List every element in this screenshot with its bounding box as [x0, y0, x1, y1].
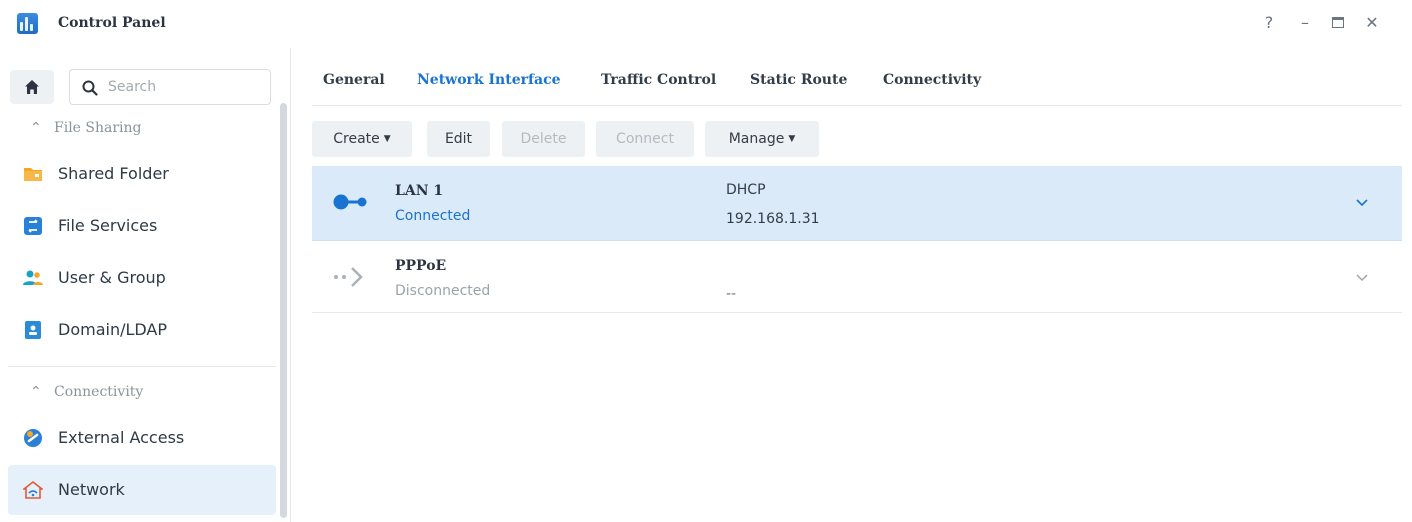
- section-file-sharing[interactable]: ⌃ File Sharing: [30, 120, 142, 136]
- sidebar-item-label: Shared Folder: [58, 164, 169, 183]
- interface-name: LAN 1: [395, 183, 444, 199]
- tab-network-interface[interactable]: Network Interface: [417, 72, 561, 88]
- users-icon: [23, 270, 43, 285]
- sidebar-item-label: User & Group: [58, 268, 166, 287]
- sidebar-item-label: Network: [58, 480, 125, 499]
- interface-status: Connected: [395, 208, 471, 224]
- sidebar-item-external-access[interactable]: External Access: [8, 413, 276, 463]
- interface-name: PPPoE: [395, 258, 447, 274]
- maximize-icon[interactable]: [1327, 12, 1349, 34]
- divider: [8, 366, 276, 367]
- title-bar: Control Panel ? – ✕: [0, 0, 1412, 48]
- section-connectivity[interactable]: ⌃ Connectivity: [30, 384, 143, 400]
- file-services-icon: [24, 217, 42, 235]
- interface-ip: 192.168.1.31: [726, 211, 820, 227]
- sidebar-item-network[interactable]: Network: [8, 465, 276, 515]
- tab-static-route[interactable]: Static Route: [750, 72, 847, 88]
- interface-row-lan1[interactable]: LAN 1 Connected DHCP 192.168.1.31: [312, 166, 1402, 241]
- folder-icon: [24, 168, 42, 181]
- external-access-icon: [24, 429, 42, 447]
- disconnected-ethernet-icon: [334, 267, 363, 287]
- search-box[interactable]: [69, 69, 271, 105]
- search-input[interactable]: [108, 77, 258, 97]
- minimize-icon[interactable]: –: [1294, 12, 1316, 34]
- search-icon: [82, 80, 98, 96]
- delete-button[interactable]: Delete: [502, 121, 585, 157]
- interface-mode: DHCP: [726, 182, 766, 198]
- connect-button[interactable]: Connect: [596, 121, 694, 157]
- sidebar-item-shared-folder[interactable]: Shared Folder: [8, 149, 276, 199]
- chevron-down-icon[interactable]: [1352, 192, 1372, 212]
- sidebar: ⌃File Sharing Shared Folder File Service…: [0, 48, 291, 522]
- window-title: Control Panel: [58, 15, 166, 31]
- tab-connectivity[interactable]: Connectivity: [883, 72, 981, 88]
- interface-row-pppoe[interactable]: PPPoE Disconnected --: [312, 241, 1402, 313]
- connected-ethernet-icon: [333, 194, 367, 210]
- tab-general[interactable]: General: [323, 72, 385, 88]
- domain-icon: [25, 321, 41, 339]
- network-home-icon: [23, 480, 43, 499]
- close-icon[interactable]: ✕: [1361, 12, 1383, 34]
- create-button[interactable]: Create ▼: [312, 121, 412, 157]
- home-icon: [25, 80, 39, 94]
- help-icon[interactable]: ?: [1258, 12, 1280, 34]
- sidebar-item-label: File Services: [58, 216, 158, 235]
- sidebar-item-label: External Access: [58, 428, 185, 447]
- chevron-up-icon: ⌃: [30, 120, 42, 136]
- edit-button[interactable]: Edit: [427, 121, 490, 157]
- interface-ip: --: [726, 286, 737, 302]
- caret-down-icon: ▼: [788, 134, 796, 144]
- sidebar-item-file-services[interactable]: File Services: [8, 201, 276, 251]
- chevron-down-icon[interactable]: [1352, 267, 1372, 287]
- tab-bar: General Network Interface Traffic Contro…: [312, 48, 1402, 106]
- caret-down-icon: ▼: [383, 134, 391, 144]
- chevron-up-icon: ⌃: [30, 384, 42, 400]
- sidebar-item-label: Domain/LDAP: [58, 320, 168, 339]
- home-button[interactable]: [10, 70, 54, 104]
- sidebar-item-user-group[interactable]: User & Group: [8, 253, 276, 303]
- sidebar-scrollbar[interactable]: [280, 103, 287, 518]
- main-panel: General Network Interface Traffic Contro…: [292, 48, 1412, 522]
- control-panel-app-icon: [17, 13, 38, 34]
- interface-status: Disconnected: [395, 283, 491, 299]
- sidebar-item-domain-ldap[interactable]: Domain/LDAP: [8, 305, 276, 355]
- tab-traffic-control[interactable]: Traffic Control: [601, 72, 716, 88]
- manage-button[interactable]: Manage ▼: [705, 121, 819, 157]
